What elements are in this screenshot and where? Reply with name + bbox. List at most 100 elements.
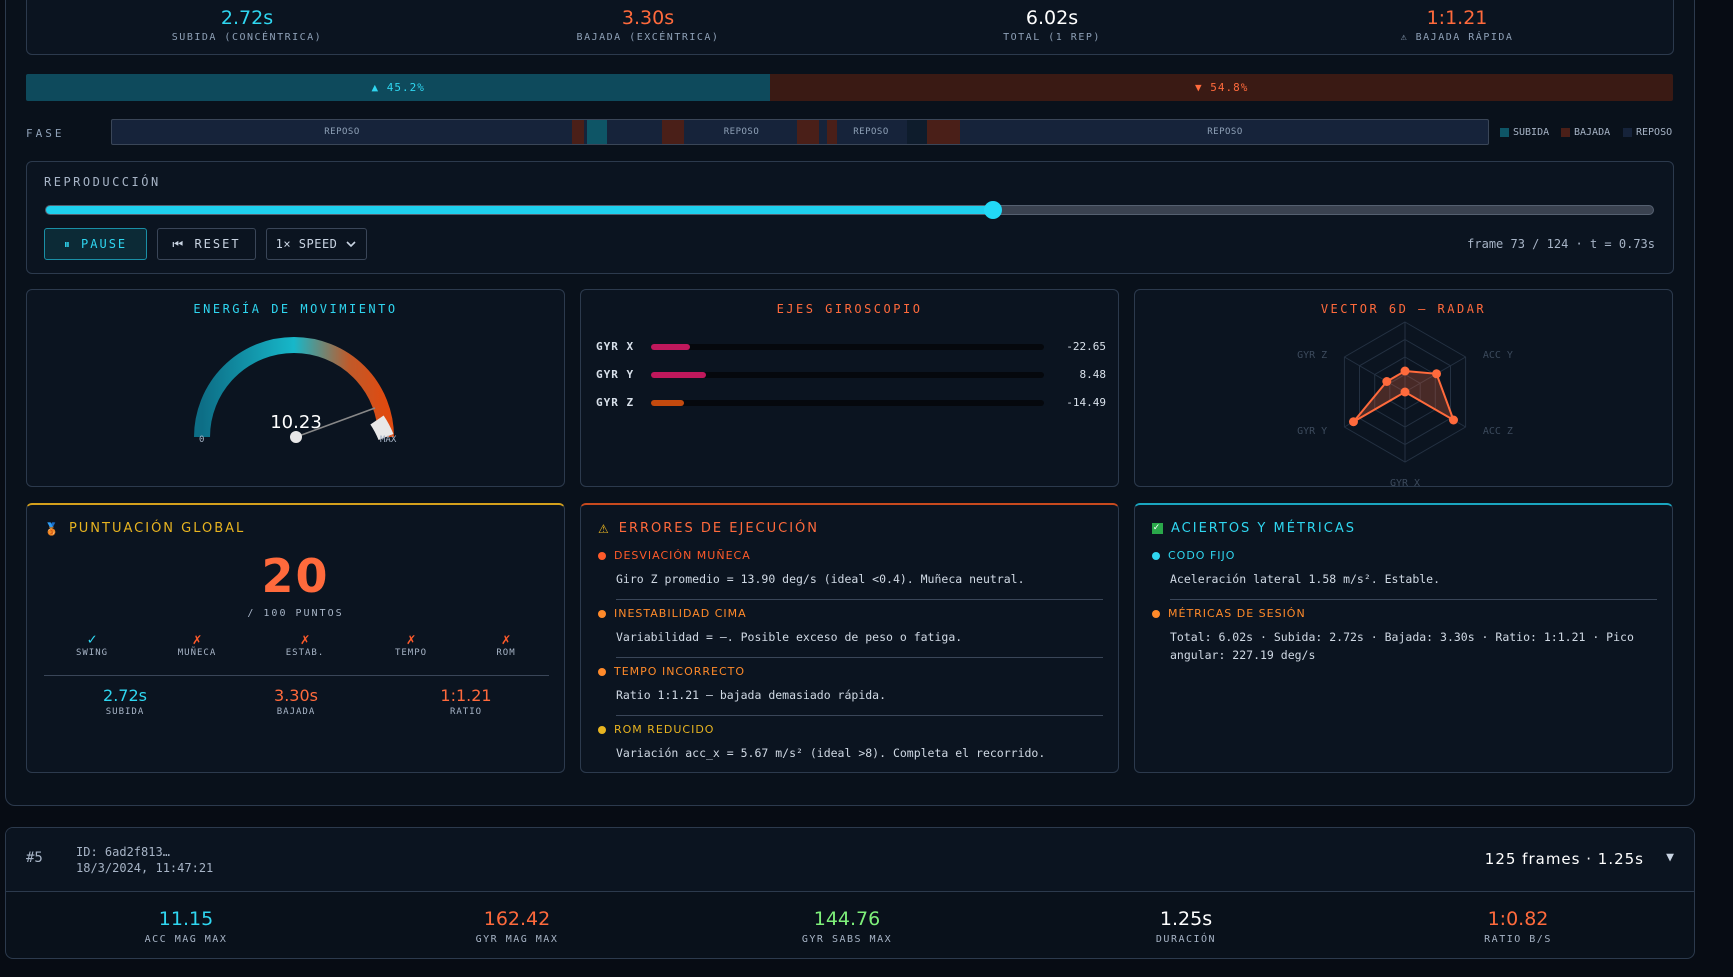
success-heading: CODO FIJO <box>1168 549 1236 562</box>
playback-slider[interactable] <box>45 201 1654 219</box>
success-heading: MÉTRICAS DE SESIÓN <box>1168 607 1306 620</box>
warning-icon: ⚠ <box>598 521 611 536</box>
radar-point <box>1348 417 1358 427</box>
cross-icon: ✗ <box>192 630 202 648</box>
mini-stat-label: BAJADA <box>276 707 316 717</box>
radar-axis-label: GYR Y <box>1297 426 1327 437</box>
legend-subida: SUBIDA <box>1500 127 1549 138</box>
slider-fill <box>46 206 993 214</box>
status-dot-icon <box>598 609 606 618</box>
phase-segment-down <box>797 120 819 144</box>
radar-axis-label: GYR X <box>1390 478 1420 487</box>
criterion-swing: ✓ SWING <box>42 630 142 658</box>
phase-segment-rest: REPOSO <box>1207 127 1243 137</box>
phase-segment-down <box>927 120 960 144</box>
stat-ratio: 1:1.21 ⚠ BAJADA RÁPIDA <box>1307 7 1607 43</box>
slider-thumb[interactable] <box>983 201 1002 219</box>
phase-timeline[interactable]: REPOSO REPOSO REPOSO REPOSO <box>111 119 1489 145</box>
error-heading: ROM REDUCIDO <box>614 723 715 736</box>
metric-label: DURACIÓN <box>1155 934 1217 945</box>
session-metric: 162.42 GYR MAG MAX <box>387 908 647 945</box>
radar-series-area <box>1352 369 1456 423</box>
criterion-label: ESTAB. <box>285 648 325 658</box>
gyro-bar-fill <box>651 344 691 350</box>
phase-segment-up <box>587 120 607 144</box>
gyro-bar <box>651 400 1044 406</box>
expand-triangle-icon[interactable]: ▼ <box>1666 850 1674 865</box>
success-item: CODO FIJO Aceleración lateral 1.58 m/s².… <box>1152 549 1657 600</box>
score-title: PUNTUACIÓN GLOBAL <box>68 521 246 536</box>
gyro-title: EJES GIROSCOPIO <box>776 302 923 316</box>
cross-icon: ✗ <box>501 630 511 648</box>
energy-panel: ENERGÍA DE MOVIMIENTO 10.23 0 MAX <box>26 289 565 487</box>
metric-label: GYR SABS MAX <box>801 934 893 945</box>
status-dot-icon <box>1152 551 1160 560</box>
mini-stat-label: RATIO <box>449 707 483 717</box>
stat-value: 6.02s <box>1025 7 1079 29</box>
stat-label: TOTAL (1 REP) <box>1003 32 1101 43</box>
playback-title: REPRODUCCIÓN <box>44 175 161 189</box>
playback-panel: REPRODUCCIÓN ⏸ PAUSE ⏮ RESET 1× SPEED fr… <box>26 161 1674 274</box>
check-icon: ✓ <box>87 630 97 648</box>
session-header[interactable]: #5 ID: 6ad2f813… 18/3/2024, 11:47:21 125… <box>6 828 1694 892</box>
error-item: TEMPO INCORRECTO Ratio 1:1.21 — bajada d… <box>598 665 1103 716</box>
divider <box>616 599 1103 600</box>
errors-title-row: ⚠ ERRORES DE EJECUCIÓN <box>598 521 819 536</box>
criterion-label: ROM <box>496 648 516 658</box>
stat-warning-label: ⚠ BAJADA RÁPIDA <box>1400 32 1514 43</box>
gyro-axis-value: -14.49 <box>1066 396 1106 409</box>
error-heading: INESTABILIDAD CIMA <box>614 607 747 620</box>
legend-bajada: BAJADA <box>1561 127 1610 138</box>
criterion-tempo: ✗ TEMPO <box>361 630 461 658</box>
error-text: Variación acc_x = 5.67 m/s² (ideal >8). … <box>616 746 1046 760</box>
pause-button[interactable]: ⏸ PAUSE <box>44 228 147 260</box>
metric-value: 11.15 <box>158 908 214 930</box>
gyro-axis-name: GYR X <box>596 340 635 353</box>
score-value: 20 <box>261 549 330 603</box>
divider <box>1170 599 1657 600</box>
criterion-label: SWING <box>75 648 109 658</box>
criterion-label: MUÑECA <box>177 648 217 658</box>
checkbox-icon: ✓ <box>1152 523 1163 534</box>
errors-card: ⚠ ERRORES DE EJECUCIÓN DESVIACIÓN MUÑECA… <box>580 503 1119 773</box>
gyro-bar <box>651 344 1044 350</box>
score-title-row: 🥉 PUNTUACIÓN GLOBAL <box>44 521 245 536</box>
stat-value: 1:1.21 <box>1426 7 1488 29</box>
phase-segment-rest: REPOSO <box>723 127 760 137</box>
radar-point <box>1400 366 1410 376</box>
successes-card: ✓ ACIERTOS Y MÉTRICAS CODO FIJO Acelerac… <box>1134 503 1673 773</box>
divider <box>616 657 1103 658</box>
mini-stat-label: SUBIDA <box>105 707 145 717</box>
success-text: Total: 6.02s · Subida: 2.72s · Bajada: 3… <box>1170 630 1634 662</box>
error-heading: TEMPO INCORRECTO <box>614 665 746 678</box>
chevron-down-icon <box>346 241 356 248</box>
reset-button[interactable]: ⏮ RESET <box>157 228 256 260</box>
session-card[interactable]: #5 ID: 6ad2f813… 18/3/2024, 11:47:21 125… <box>5 827 1695 959</box>
status-dot-icon <box>598 667 606 676</box>
radar-point <box>1400 387 1410 397</box>
session-summary: 125 frames · 1.25s <box>1484 850 1644 868</box>
mini-stat-subida: 2.72s SUBIDA <box>65 686 185 717</box>
error-heading: DESVIACIÓN MUÑECA <box>614 549 751 562</box>
cross-icon: ✗ <box>406 630 416 648</box>
radar-panel: GYR Z ACC Y ACC Z GYR X GYR Y VECTOR 6D — RA… <box>1134 289 1673 487</box>
gyro-bar-fill <box>651 400 685 406</box>
metric-value: 162.42 <box>483 908 551 930</box>
mini-stat-value: 3.30s <box>274 686 318 705</box>
legend-label: REPOSO <box>1636 127 1673 138</box>
errors-title: ERRORES DE EJECUCIÓN <box>618 521 819 536</box>
divider <box>44 675 549 676</box>
gyro-bar <box>651 372 1044 378</box>
up-down-ratio-bar: ▲ 45.2% ▼ 54.8% <box>26 74 1673 101</box>
successes-title: ACIERTOS Y MÉTRICAS <box>1171 521 1356 536</box>
session-metric: 11.15 ACC MAG MAX <box>56 908 316 945</box>
status-dot-icon <box>1152 609 1160 618</box>
speed-select[interactable]: 1× SPEED <box>266 228 367 260</box>
radar-axis-label: GYR Z <box>1297 350 1327 361</box>
phase-segment-down <box>572 120 584 144</box>
legend-label: SUBIDA <box>1513 127 1550 138</box>
gyro-bar-fill <box>651 372 707 378</box>
error-item: INESTABILIDAD CIMA Variabilidad = —. Pos… <box>598 607 1103 658</box>
success-text: Aceleración lateral 1.58 m/s². Estable. <box>1170 572 1441 586</box>
criterion-rom: ✗ ROM <box>456 630 556 658</box>
